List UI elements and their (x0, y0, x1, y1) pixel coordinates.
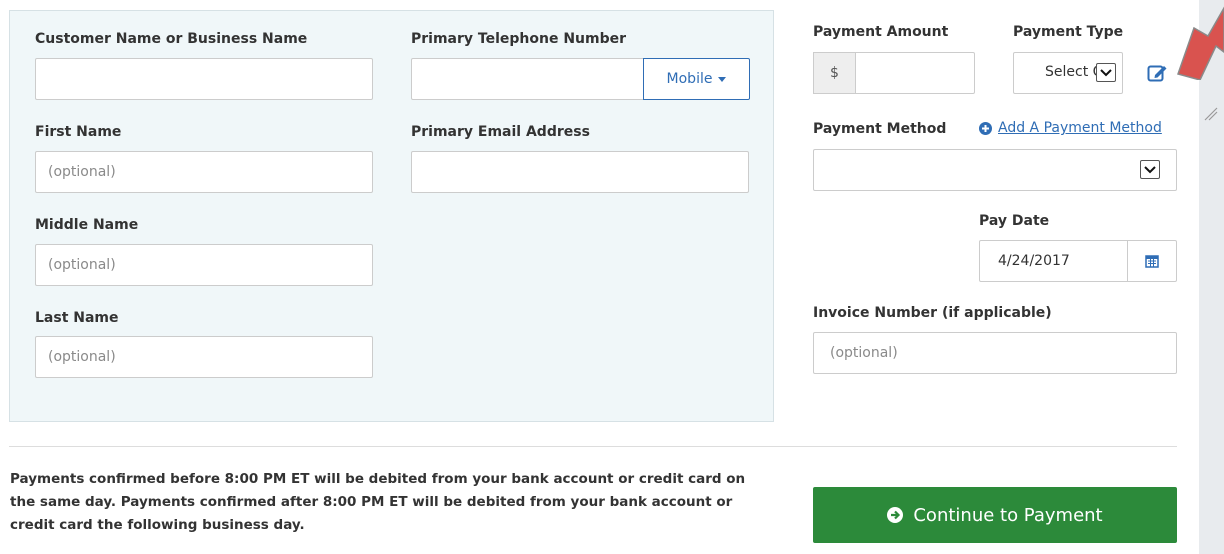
currency-symbol: $ (830, 65, 839, 81)
continue-button-label: Continue to Payment (913, 504, 1103, 526)
add-payment-method-link[interactable]: Add A Payment Method (979, 120, 1162, 136)
caret-down-icon (718, 76, 727, 82)
phone-label: Primary Telephone Number (411, 31, 627, 47)
currency-addon: $ (813, 52, 855, 94)
payment-amount-label: Payment Amount (813, 24, 949, 40)
first-name-input[interactable] (35, 151, 373, 193)
middle-name-label: Middle Name (35, 217, 139, 233)
email-input[interactable] (411, 151, 749, 193)
pay-date-label: Pay Date (979, 213, 1050, 229)
resize-grip-icon (1204, 107, 1218, 121)
continue-to-payment-button[interactable]: Continue to Payment (813, 487, 1177, 543)
calendar-button[interactable] (1127, 240, 1177, 282)
pay-date-input[interactable] (979, 240, 1128, 282)
phone-input[interactable] (411, 58, 644, 100)
payment-notice: Payments confirmed before 8:00 PM ET wil… (10, 471, 746, 533)
calendar-icon (1145, 255, 1159, 268)
customer-name-input[interactable] (35, 58, 373, 100)
add-payment-method-text: Add A Payment Method (998, 120, 1162, 136)
phone-type-label: Mobile (666, 71, 713, 87)
middle-name-input[interactable] (35, 244, 373, 286)
scrollbar-track[interactable] (1199, 0, 1224, 554)
chevron-down-icon (1096, 63, 1116, 82)
chevron-down-icon (1140, 160, 1160, 179)
customer-name-label: Customer Name or Business Name (35, 31, 308, 47)
section-divider (9, 446, 1177, 447)
invoice-number-input[interactable] (813, 332, 1177, 374)
last-name-input[interactable] (35, 336, 373, 378)
payment-type-label: Payment Type (1013, 24, 1124, 40)
last-name-label: Last Name (35, 310, 119, 326)
annotation-arrow-icon (1177, 6, 1224, 80)
payment-amount-input[interactable] (855, 52, 975, 94)
invoice-number-label: Invoice Number (if applicable) (813, 305, 1052, 321)
first-name-label: First Name (35, 124, 122, 140)
payment-type-select[interactable]: Select O (1013, 52, 1123, 94)
plus-circle-icon (979, 121, 992, 135)
email-label: Primary Email Address (411, 124, 590, 140)
payment-method-select[interactable] (813, 149, 1177, 191)
arrow-circle-right-icon (887, 507, 904, 523)
payment-method-label: Payment Method (813, 121, 947, 137)
phone-type-dropdown[interactable]: Mobile (643, 58, 750, 100)
payment-type-value: Select O (1045, 64, 1104, 80)
